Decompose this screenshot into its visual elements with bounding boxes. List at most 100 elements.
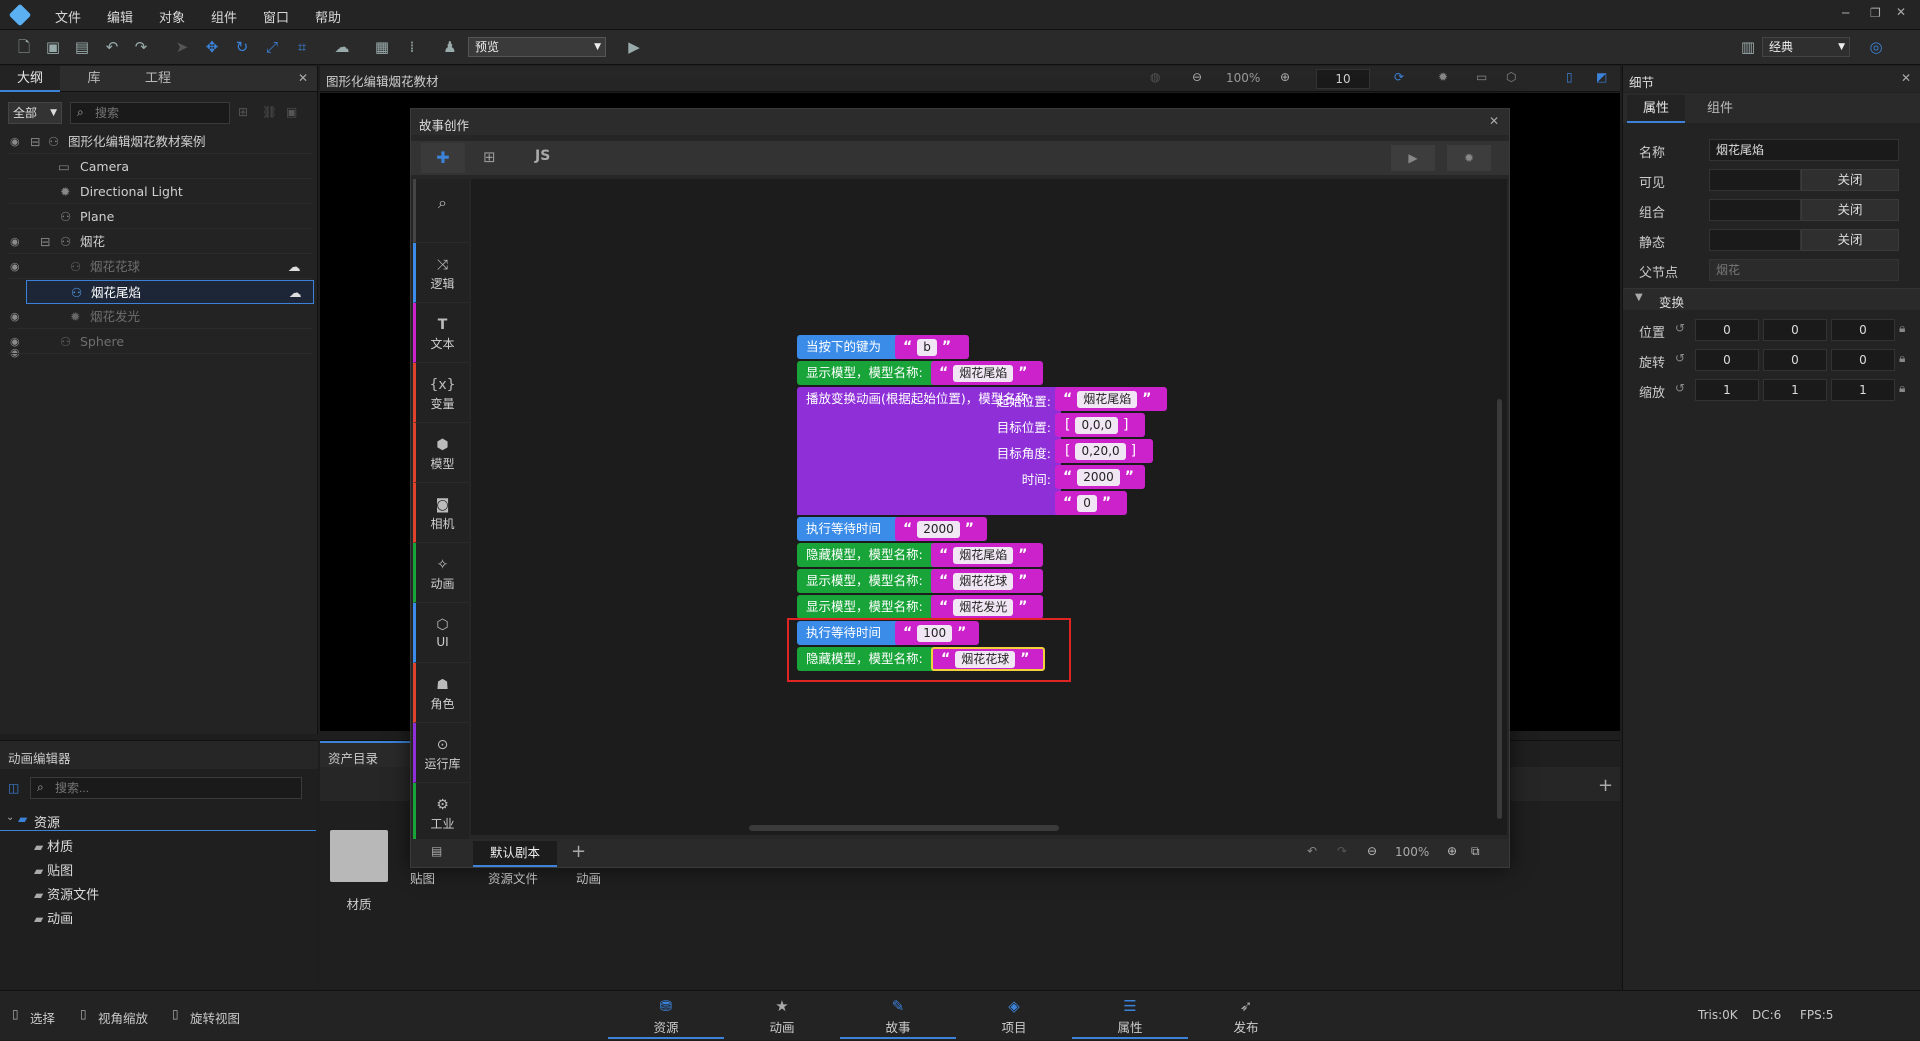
block-show-model[interactable]: 显示模型，模型名称: <box>797 569 937 593</box>
string-value[interactable]: 2000 <box>917 520 960 538</box>
category-model[interactable]: ⬢ 模型 <box>413 423 469 483</box>
tree-item-light[interactable]: ✹ Directional Light <box>8 180 312 204</box>
outline-search-input[interactable] <box>70 102 230 124</box>
link-icon[interactable]: ⛓ <box>262 105 277 119</box>
category-variable[interactable]: {x} 变量 <box>413 363 469 423</box>
scale-x[interactable]: 1 <box>1695 379 1759 401</box>
horizontal-scrollbar[interactable] <box>749 825 1059 831</box>
rotation-y[interactable]: 0 <box>1763 349 1827 371</box>
string-block[interactable]: “0” <box>1055 491 1127 515</box>
block-show-model[interactable]: 显示模型，模型名称: <box>797 595 937 619</box>
category-runtime[interactable]: ⊙ 运行库 <box>413 723 469 783</box>
close-panel-icon[interactable]: ✕ <box>1901 71 1911 85</box>
sidebar-toggle-icon[interactable]: ◫ <box>8 781 19 795</box>
zoom-in-icon[interactable]: ⊕ <box>1447 844 1457 858</box>
zoom-out-icon[interactable]: ⊖ <box>1367 844 1377 858</box>
chevron-down-icon[interactable]: ▼ <box>1635 292 1643 303</box>
fit-view-icon[interactable]: ⧉ <box>1471 844 1480 859</box>
menu-help[interactable]: 帮助 <box>315 7 341 26</box>
rotate-tool-icon[interactable]: ↻ <box>232 37 252 57</box>
add-script-icon[interactable]: + <box>571 841 586 862</box>
tree-root-resources[interactable]: ⌄ ▰ 资源 <box>0 809 316 831</box>
transform-tool-icon[interactable]: ⌗ <box>292 37 312 57</box>
position-z[interactable]: 0 <box>1831 319 1895 341</box>
tab-library[interactable]: 库 <box>64 66 124 92</box>
block-wait[interactable]: 执行等待时间 <box>797 517 901 541</box>
filter-select[interactable]: 全部 ▼ <box>8 102 62 124</box>
lock-icon[interactable]: ▣ <box>286 105 297 119</box>
static-toggle[interactable]: 关闭 <box>1801 229 1899 251</box>
tree-item-resource-files[interactable]: ▰ 资源文件 <box>34 884 99 903</box>
dot-grid-icon[interactable]: ⁞ <box>402 37 422 57</box>
restore-icon[interactable]: ❐ <box>1870 6 1881 20</box>
grid-icon[interactable]: ▦ <box>372 37 392 57</box>
category-logic[interactable]: ⤨ 逻辑 <box>413 243 469 303</box>
reset-icon[interactable]: ↺ <box>1675 351 1685 365</box>
new-file-icon[interactable]: 🗋 <box>14 37 34 57</box>
rotation-x[interactable]: 0 <box>1695 349 1759 371</box>
string-value[interactable]: 烟花尾焰 <box>953 364 1014 382</box>
folder-materials[interactable]: 材质 <box>330 830 388 913</box>
close-dialog-icon[interactable]: ✕ <box>1489 114 1499 128</box>
tree-item-firework-glow[interactable]: ◉ ✹ 烟花发光 <box>8 305 312 329</box>
expand-icon[interactable]: ⊞ <box>238 105 248 119</box>
folder-textures[interactable]: 贴图 <box>410 868 435 887</box>
category-camera[interactable]: ◙ 相机 <box>413 483 469 543</box>
eye-icon[interactable]: ◉ <box>10 255 20 279</box>
folder-resource-files[interactable]: 资源文件 <box>488 868 538 887</box>
tree-item-materials[interactable]: ▰ 材质 <box>34 836 73 855</box>
category-industry[interactable]: ⚙ 工业 <box>413 783 469 843</box>
reset-icon[interactable]: ↺ <box>1675 321 1685 335</box>
minimize-icon[interactable]: ─ <box>1842 6 1849 20</box>
scale-z[interactable]: 1 <box>1831 379 1895 401</box>
eye-icon[interactable]: ◉ <box>10 330 20 354</box>
menu-file[interactable]: 文件 <box>55 7 81 26</box>
string-block[interactable]: “2000” <box>895 517 987 541</box>
script-icon[interactable]: ☁ <box>288 255 301 279</box>
add-icon[interactable]: + <box>1598 775 1613 796</box>
folder-animations[interactable]: 动画 <box>576 868 601 887</box>
close-window-icon[interactable]: ✕ <box>1896 5 1906 19</box>
tree-item-plane[interactable]: ⚇ Plane <box>8 205 312 229</box>
tree-item-firework-tail[interactable]: ⚇ 烟花尾焰 ☁ <box>26 280 314 304</box>
visible-toggle[interactable]: 关闭 <box>1801 169 1899 191</box>
bottom-tab-resources[interactable]: ⛃ 资源 <box>608 991 724 1039</box>
close-panel-icon[interactable]: ✕ <box>298 71 308 85</box>
tab-default-script[interactable]: 默认剧本 <box>473 841 557 867</box>
global-icon[interactable]: ◍ <box>1150 70 1160 84</box>
sync-icon[interactable]: ⟳ <box>1394 70 1404 84</box>
string-value[interactable]: 0 <box>1077 494 1097 512</box>
bottom-tab-project[interactable]: ◈ 项目 <box>956 991 1072 1039</box>
run-script-icon[interactable]: ▶ <box>1391 145 1435 171</box>
scale-y[interactable]: 1 <box>1763 379 1827 401</box>
vector-block[interactable]: [0,20,0] <box>1055 439 1153 463</box>
lock-icon[interactable]: 🔒︎ <box>1899 321 1905 336</box>
category-animation[interactable]: ✧ 动画 <box>413 543 469 603</box>
tree-item-camera[interactable]: ▭ Camera <box>8 155 312 179</box>
phone-icon[interactable]: ▯ <box>1566 70 1573 84</box>
scale-tool-icon[interactable]: ⤢ <box>262 37 282 57</box>
select-tool-icon[interactable]: ➤ <box>172 37 192 57</box>
collapse-icon[interactable]: ⊟ <box>30 130 40 154</box>
tree-item-fireworks[interactable]: ◉ ⊟ ⚇ 烟花 <box>8 230 312 254</box>
redo-icon[interactable]: ↷ <box>1337 844 1347 858</box>
fullscreen-icon[interactable]: ◩ <box>1596 70 1607 84</box>
layout-icon[interactable]: ▥ <box>1738 37 1758 57</box>
eye-icon[interactable]: ◉ <box>10 230 20 254</box>
string-value[interactable]: 烟花花球 <box>953 572 1014 590</box>
bottom-tab-properties[interactable]: ☰ 属性 <box>1072 991 1188 1039</box>
tab-outline[interactable]: 大纲 <box>0 66 60 92</box>
menu-window[interactable]: 窗口 <box>263 7 289 26</box>
script-icon[interactable]: ☁ <box>289 281 302 305</box>
string-value[interactable]: 100 <box>917 624 953 642</box>
asset-search-input[interactable] <box>30 777 302 799</box>
block-show-model[interactable]: 显示模型，模型名称: <box>797 361 937 385</box>
block-hide-model[interactable]: 隐藏模型，模型名称: <box>797 647 937 671</box>
category-character[interactable]: ☗ 角色 <box>413 663 469 723</box>
string-value[interactable]: b <box>917 338 937 356</box>
person-icon[interactable]: ♟ <box>440 37 460 57</box>
string-value[interactable]: 烟花发光 <box>953 598 1014 616</box>
layout-select[interactable]: 经典 ▼ <box>1762 37 1850 57</box>
vertical-scrollbar[interactable] <box>1497 399 1502 819</box>
string-value[interactable]: 烟花花球 <box>955 650 1016 668</box>
